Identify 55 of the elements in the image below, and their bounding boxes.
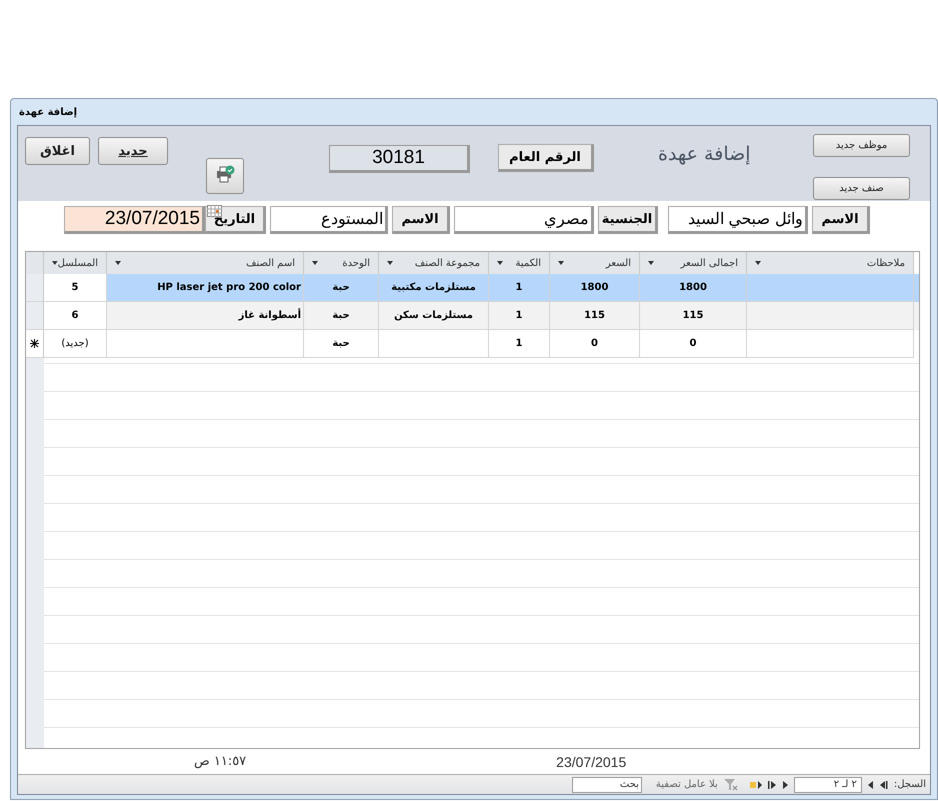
- record-number-label: الرقم العام: [498, 144, 594, 172]
- field-label: التاريخ: [205, 206, 266, 234]
- new-employee-button[interactable]: موظف جديد: [813, 134, 910, 157]
- dropdown-icon[interactable]: [115, 261, 121, 265]
- dropdown-icon[interactable]: [755, 261, 761, 265]
- date-text: 23/07/2015: [556, 754, 626, 770]
- text-field[interactable]: مصري: [454, 206, 594, 234]
- window-title: إضافة عهدة: [18, 106, 78, 120]
- column-header[interactable]: الوحدة: [304, 252, 379, 274]
- next-record-icon[interactable]: [868, 780, 874, 788]
- table-cell: 0: [550, 330, 640, 358]
- table-cell: 5: [44, 274, 107, 302]
- last-record-icon[interactable]: [880, 780, 888, 788]
- column-header[interactable]: اجمالى السعر: [640, 252, 747, 274]
- column-header[interactable]: اسم الصنف: [107, 252, 304, 274]
- new-record-nav-icon[interactable]: [750, 780, 762, 788]
- date-field[interactable]: 23/07/2015: [64, 206, 205, 234]
- new-button[interactable]: جديد: [98, 137, 168, 165]
- column-header[interactable]: السعر: [550, 252, 640, 274]
- table-cell: (جديد): [44, 330, 107, 358]
- print-button[interactable]: [206, 158, 244, 194]
- table-cell: حبة: [304, 330, 379, 358]
- field-label: الاسم: [392, 206, 450, 234]
- filter-off-icon[interactable]: [724, 778, 738, 790]
- dropdown-icon[interactable]: [387, 261, 393, 265]
- time-text: ١١:٥٧ ص: [194, 754, 246, 769]
- column-header[interactable]: الكمية: [489, 252, 550, 274]
- search-field[interactable]: بحث: [572, 776, 642, 792]
- filter-status[interactable]: بلا عامل تصفية: [656, 779, 718, 790]
- table-cell: 0: [640, 330, 747, 358]
- dropdown-icon[interactable]: [558, 261, 564, 265]
- column-header[interactable]: ملاحظات: [747, 252, 914, 274]
- column-header[interactable]: المسلسل: [44, 252, 107, 274]
- field-label: الجنسية: [598, 206, 658, 234]
- table-cell: 6: [44, 302, 107, 330]
- text-field[interactable]: وائل صبحي السيد: [668, 206, 808, 234]
- new-item-button[interactable]: صنف جديد: [813, 177, 910, 200]
- printer-icon: [215, 165, 235, 183]
- row-selector[interactable]: [26, 330, 44, 358]
- record-number-field: 30181: [329, 145, 470, 173]
- record-label: السجل:: [894, 779, 926, 790]
- text-field[interactable]: المستودع: [270, 206, 388, 234]
- column-header[interactable]: مجموعة الصنف: [379, 252, 489, 274]
- table-cell: 1: [489, 330, 550, 358]
- dropdown-icon[interactable]: [497, 261, 503, 265]
- record-position-field[interactable]: ٢ لـ ٢: [794, 776, 862, 792]
- dropdown-icon[interactable]: [312, 261, 318, 265]
- dropdown-icon[interactable]: [648, 261, 654, 265]
- new-record-icon: [30, 339, 39, 348]
- close-button[interactable]: اغلاق: [25, 137, 90, 165]
- first-record-icon[interactable]: [768, 780, 776, 788]
- previous-record-icon[interactable]: [782, 780, 788, 788]
- field-label: الاسم: [812, 206, 870, 234]
- dropdown-icon[interactable]: [52, 261, 58, 265]
- form-title: إضافة عهدة: [658, 143, 751, 165]
